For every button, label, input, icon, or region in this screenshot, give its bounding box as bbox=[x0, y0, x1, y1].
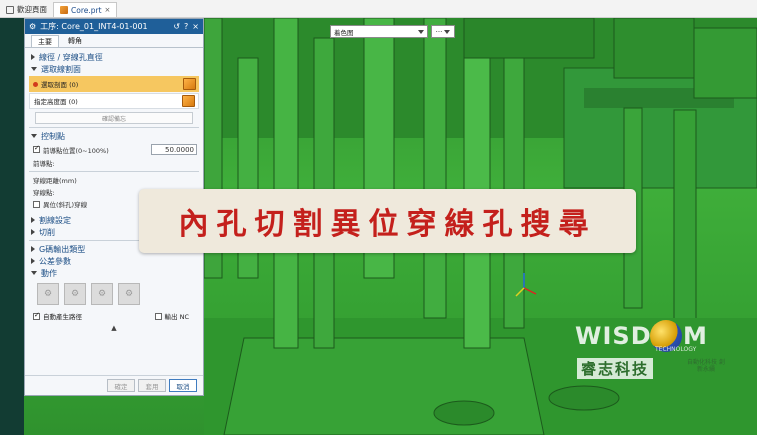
height-face-row[interactable]: 指定高度面 (0) bbox=[29, 93, 199, 109]
section-tolerance-label: 公差參數 bbox=[39, 256, 71, 266]
lead-position-row: 前導點位置(0~100%) 50.0000 bbox=[25, 142, 203, 157]
options-row: 自動產生路徑 輸出 NC bbox=[25, 309, 203, 323]
verify-icon-button[interactable]: ⚙ bbox=[64, 283, 86, 305]
auto-path-checkbox[interactable] bbox=[33, 311, 40, 320]
offset-hole-checkbox[interactable] bbox=[33, 200, 40, 208]
expand-icon bbox=[31, 258, 35, 264]
logo-chinese-slogan: 自動化科技 創新永續 bbox=[687, 359, 725, 373]
lead-position-checkbox[interactable] bbox=[33, 144, 40, 153]
panel-footer: 確定 套用 取消 bbox=[25, 375, 203, 395]
select-face-row[interactable]: 選取剖面 (0) bbox=[29, 76, 199, 92]
logo-wordmark-left: WISD bbox=[575, 322, 652, 350]
panel-header: ⚙ 工序: Core_01_INT4-01-001 ↺ ? × bbox=[25, 19, 203, 34]
auto-path-label: 自動產生路徑 bbox=[43, 313, 82, 321]
section-action-label: 動作 bbox=[41, 268, 57, 278]
left-toolbar-strip bbox=[0, 18, 24, 435]
height-face-label: 指定高度面 (0) bbox=[34, 98, 78, 106]
view-more-button[interactable]: ··· bbox=[431, 25, 455, 38]
face-select-icon[interactable] bbox=[183, 78, 196, 90]
section-cutting-label: 切削 bbox=[39, 227, 55, 237]
lead-point-label: 前導點: bbox=[33, 160, 55, 168]
collapse-arrow-icon[interactable]: ▲ bbox=[25, 323, 203, 333]
collapse-icon bbox=[31, 271, 37, 275]
close-icon[interactable]: × bbox=[192, 22, 199, 31]
section-action[interactable]: 動作 bbox=[25, 267, 203, 279]
output-nc-label: 輸出 NC bbox=[164, 313, 189, 321]
document-tabs: 歡迎頁面 Core.prt × bbox=[0, 0, 757, 18]
offset-hole-label: 異位(斜孔)穿線 bbox=[43, 201, 88, 209]
section-control-points-label: 控制點 bbox=[41, 131, 65, 141]
lead-position-label: 前導點位置(0~100%) bbox=[43, 146, 109, 155]
generate-icon-button[interactable]: ⚙ bbox=[37, 283, 59, 305]
face-select-icon[interactable] bbox=[182, 95, 195, 107]
tab-core-prt-label: Core.prt bbox=[71, 5, 102, 15]
divider bbox=[29, 171, 199, 172]
confirm-note-button[interactable]: 確認備忘 bbox=[35, 112, 193, 124]
section-wire-diameter-label: 線徑 / 穿線孔直徑 bbox=[39, 52, 103, 62]
caption-banner: 內孔切割異位穿線孔搜尋 bbox=[139, 189, 636, 253]
home-icon bbox=[6, 5, 14, 14]
tab-welcome-label: 歡迎頁面 bbox=[17, 5, 47, 14]
expand-icon bbox=[31, 246, 35, 252]
section-control-points[interactable]: 控制點 bbox=[25, 130, 203, 142]
logo-tagline: TECHNOLOGY bbox=[655, 346, 697, 353]
section-tolerance[interactable]: 公差參數 bbox=[25, 255, 203, 267]
help-icon[interactable]: ? bbox=[184, 22, 188, 31]
section-wire-diameter[interactable]: 線徑 / 穿線孔直徑 bbox=[25, 51, 203, 63]
section-gcode-type-label: G碼輸出類型 bbox=[39, 244, 86, 254]
panel-title: 工序: Core_01_INT4-01-001 bbox=[40, 22, 148, 31]
gear-icon[interactable]: ⚙ bbox=[29, 22, 36, 31]
more-icon: ··· bbox=[435, 27, 443, 36]
section-select-faces-label: 選取線割面 bbox=[41, 64, 81, 74]
action-buttons: ⚙ ⚙ ⚙ ⚙ bbox=[25, 283, 203, 305]
tab-welcome[interactable]: 歡迎頁面 bbox=[0, 2, 53, 17]
company-logo: WISD M TECHNOLOGY 睿志科技 自動化科技 創新永續 bbox=[575, 320, 735, 380]
lead-position-input[interactable]: 50.0000 bbox=[151, 144, 197, 155]
section-select-faces[interactable]: 選取線割面 bbox=[25, 63, 203, 75]
expand-icon bbox=[31, 54, 35, 60]
ok-button[interactable]: 確定 bbox=[107, 379, 135, 392]
list-icon-button[interactable]: ⚙ bbox=[118, 283, 140, 305]
tab-corner[interactable]: 轉角 bbox=[61, 35, 89, 47]
collapse-icon bbox=[31, 134, 37, 138]
section-cut-settings-label: 割線設定 bbox=[39, 215, 71, 225]
view-style-select[interactable]: 着色图 bbox=[330, 25, 428, 38]
select-face-label: 選取剖面 (0) bbox=[41, 81, 79, 89]
tab-core-prt[interactable]: Core.prt × bbox=[53, 2, 118, 17]
tab-main[interactable]: 主要 bbox=[31, 35, 59, 47]
chevron-down-icon bbox=[444, 29, 451, 34]
apply-button[interactable]: 套用 bbox=[138, 379, 166, 392]
expand-icon bbox=[31, 217, 35, 223]
simulate-icon-button[interactable]: ⚙ bbox=[91, 283, 113, 305]
view-style-value: 着色图 bbox=[334, 28, 354, 37]
cancel-button[interactable]: 取消 bbox=[169, 379, 197, 392]
caption-text: 內孔切割異位穿線孔搜尋 bbox=[178, 207, 597, 242]
expand-icon bbox=[31, 229, 35, 235]
collapse-icon bbox=[31, 67, 37, 71]
refresh-icon[interactable]: ↺ bbox=[173, 22, 180, 31]
output-nc-checkbox[interactable] bbox=[154, 312, 162, 320]
divider bbox=[29, 127, 199, 128]
panel-tabs: 主要 轉角 bbox=[25, 34, 203, 48]
thread-distance-label: 穿線距離(mm) bbox=[33, 177, 77, 185]
chevron-down-icon bbox=[418, 29, 424, 34]
part-file-icon bbox=[60, 6, 68, 14]
close-tab-icon[interactable]: × bbox=[105, 6, 111, 14]
required-dot-icon bbox=[33, 81, 38, 87]
logo-chinese-name: 睿志科技 bbox=[577, 358, 654, 379]
